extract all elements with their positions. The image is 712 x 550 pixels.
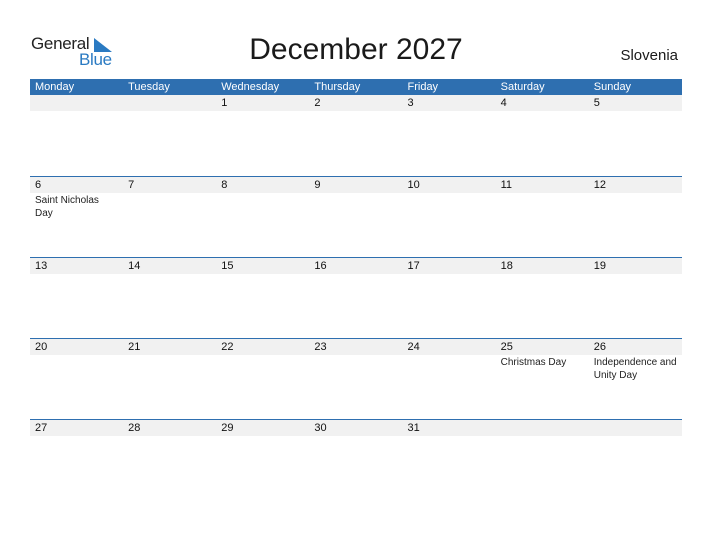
day-number: 12 — [593, 179, 606, 191]
holiday-label: Independence and Unity Day — [593, 357, 677, 381]
event-row: Christmas Day Independence and Unity Day — [30, 355, 682, 382]
day-number: 13 — [35, 260, 48, 272]
day-number: 31 — [407, 422, 420, 434]
day-number: 14 — [128, 260, 141, 272]
day-number: 5 — [593, 97, 600, 109]
holiday-label: Saint Nicholas Day — [35, 195, 99, 219]
day-number: 2 — [314, 97, 321, 109]
event-row — [30, 274, 682, 275]
day-number: 4 — [500, 97, 507, 109]
day-number: 15 — [221, 260, 234, 272]
holiday-label — [123, 111, 216, 112]
holiday-label — [216, 355, 309, 382]
holiday-label — [309, 274, 402, 275]
holiday-label — [589, 274, 682, 275]
day-number: 9 — [314, 179, 321, 191]
day-number: 26 — [593, 341, 606, 353]
holiday-label — [589, 436, 682, 437]
day-number: 16 — [314, 260, 327, 272]
holiday-label — [496, 193, 589, 220]
weekday-sunday: Sunday — [593, 81, 632, 93]
weekday-header: Monday Tuesday Wednesday Thursday Friday… — [30, 79, 682, 95]
weeks-container: 1 2 3 4 5 6 7 8 9 10 11 12 Saint Nicholas Day 13 14 15 1… — [30, 95, 682, 500]
holiday-label — [496, 436, 589, 437]
holiday-label — [403, 274, 496, 275]
country-label: Slovenia — [620, 47, 678, 64]
holiday-label — [30, 274, 123, 275]
holiday-label — [309, 355, 402, 382]
day-number: 11 — [500, 179, 513, 191]
day-number — [30, 95, 123, 111]
day-number: 28 — [128, 422, 141, 434]
weekday-wednesday: Wednesday — [221, 81, 280, 93]
holiday-label — [123, 436, 216, 437]
holiday-label — [589, 111, 682, 112]
date-row: 27 28 29 30 31 — [30, 420, 682, 436]
day-number: 30 — [314, 422, 327, 434]
holiday-label — [496, 274, 589, 275]
holiday-label — [309, 111, 402, 112]
weekday-monday: Monday — [35, 81, 75, 93]
day-number: 29 — [221, 422, 234, 434]
holiday-label — [309, 436, 402, 437]
holiday-label — [403, 193, 496, 220]
day-number: 24 — [407, 341, 420, 353]
holiday-label — [30, 355, 123, 382]
day-number: 6 — [35, 179, 42, 191]
holiday-label — [123, 274, 216, 275]
day-number: 1 — [221, 97, 228, 109]
weekday-saturday: Saturday — [500, 81, 545, 93]
day-number: 20 — [35, 341, 48, 353]
page-title: December 2027 — [249, 33, 463, 66]
day-number: 8 — [221, 179, 228, 191]
day-number: 7 — [128, 179, 135, 191]
weekday-thursday: Thursday — [314, 81, 361, 93]
holiday-label — [123, 355, 216, 382]
holiday-label — [216, 193, 309, 220]
week-row: 6 7 8 9 10 11 12 Saint Nicholas Day — [30, 176, 682, 257]
day-number: 10 — [407, 179, 420, 191]
holiday-label — [30, 436, 123, 437]
date-row: 1 2 3 4 5 — [30, 95, 682, 111]
day-number: 19 — [593, 260, 606, 272]
holiday-label — [403, 111, 496, 112]
holiday-label — [403, 355, 496, 382]
date-row: 13 14 15 16 17 18 19 — [30, 258, 682, 274]
week-row: 13 14 15 16 17 18 19 — [30, 257, 682, 338]
day-number: 27 — [35, 422, 48, 434]
day-number: 22 — [221, 341, 234, 353]
calendar-grid: Monday Tuesday Wednesday Thursday Friday… — [30, 79, 682, 500]
holiday-label — [30, 111, 123, 112]
day-number: 3 — [407, 97, 414, 109]
holiday-label — [216, 436, 309, 437]
event-row — [30, 436, 682, 437]
day-number: 17 — [407, 260, 420, 272]
day-number: 23 — [314, 341, 327, 353]
week-row: 1 2 3 4 5 — [30, 95, 682, 176]
holiday-label — [589, 193, 682, 220]
weekday-tuesday: Tuesday — [128, 81, 170, 93]
day-number: 25 — [500, 341, 513, 353]
event-row: Saint Nicholas Day — [30, 193, 682, 220]
event-row — [30, 111, 682, 112]
holiday-label — [216, 274, 309, 275]
week-row: 20 21 22 23 24 25 26 Christmas Day Independence … — [30, 338, 682, 419]
day-number: 18 — [500, 260, 513, 272]
date-row: 6 7 8 9 10 11 12 — [30, 177, 682, 193]
holiday-label — [123, 193, 216, 220]
day-number — [496, 420, 589, 436]
day-number — [589, 420, 682, 436]
date-row: 20 21 22 23 24 25 26 — [30, 339, 682, 355]
day-number — [123, 95, 216, 111]
week-row: 27 28 29 30 31 — [30, 419, 682, 500]
holiday-label — [216, 111, 309, 112]
day-number: 21 — [128, 341, 141, 353]
holiday-label — [403, 436, 496, 437]
holiday-label: Christmas Day — [500, 357, 567, 368]
holiday-label — [309, 193, 402, 220]
holiday-label — [496, 111, 589, 112]
weekday-friday: Friday — [407, 81, 439, 93]
